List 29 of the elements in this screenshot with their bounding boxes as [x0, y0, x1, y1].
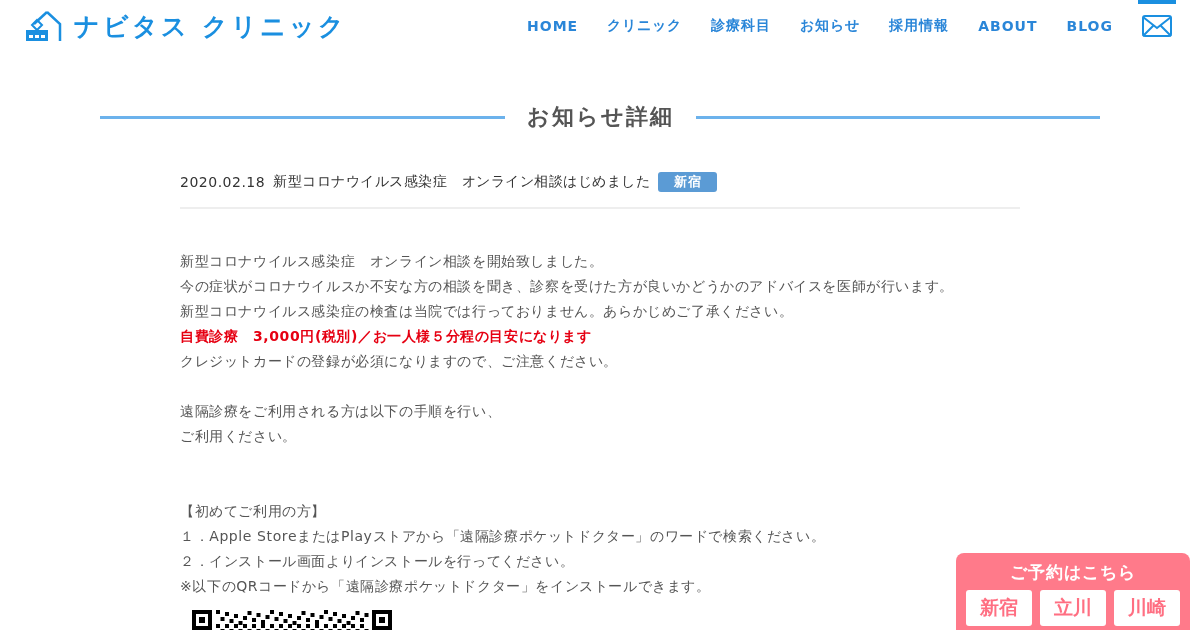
body-text: 新型コロナウイルス感染症の検査は当院では行っておりません。あらかじめご了承ください。 — [180, 302, 795, 321]
nav-link[interactable]: HOME — [527, 18, 579, 34]
body-text: 【初めてご利用の方】 — [180, 502, 327, 521]
body-text: 遠隔診療をご利用される方は以下の手順を行い、 — [180, 402, 503, 421]
body-text: １．Apple StoreまたはPlayストアから「遠隔診療ポケットドクター」のワードで検索ください。 — [180, 527, 827, 546]
price-notice: 自費診療 3,000円(税別)／お一人様５分程の目安になります — [180, 327, 593, 346]
page-title: お知らせ詳細 — [526, 103, 674, 131]
body-text: ご利用ください。 — [180, 427, 298, 446]
location-tag: 新宿 — [658, 172, 718, 192]
clinic-logo-text[interactable]: ナビタス クリニック — [74, 9, 347, 43]
nav-link[interactable]: BLOG — [1066, 18, 1113, 34]
reservation-button[interactable]: 新宿 — [966, 590, 1032, 626]
nav-link[interactable]: ABOUT — [978, 18, 1038, 34]
reservation-button[interactable]: 立川 — [1040, 590, 1106, 626]
nav-link[interactable]: 診療科目 — [711, 17, 772, 35]
house-logo-icon — [26, 10, 62, 42]
body-text: 今の症状がコロナウイルスか不安な方の相談を聞き、診察を受けた方が良いかどうかのアドバイスを医師が行います。 — [180, 277, 955, 296]
body-text: ２．インストール画面よりインストールを行ってください。 — [180, 552, 576, 571]
nav-link[interactable]: お知らせ — [800, 17, 861, 35]
reservation-button[interactable]: 川崎 — [1114, 590, 1180, 626]
nav-link[interactable]: クリニック — [607, 17, 683, 35]
mail-icon[interactable] — [1142, 15, 1172, 37]
post-date: 2020.02.18 — [180, 174, 266, 190]
body-text: 新型コロナウイルス感染症 オンライン相談を開始致しました。 — [180, 252, 605, 271]
nav-link[interactable]: 採用情報 — [889, 17, 950, 35]
body-text: ※以下のQRコードから「遠隔診療ポケットドクター」をインストールできます。 — [180, 577, 712, 596]
body-text: クレジットカードの登録が必須になりますので、ご注意ください。 — [180, 352, 619, 371]
post-title: 新型コロナウイルス感染症 オンライン相談はじめました — [273, 173, 651, 191]
reservation-title: ご予約はこちら — [1010, 561, 1136, 584]
